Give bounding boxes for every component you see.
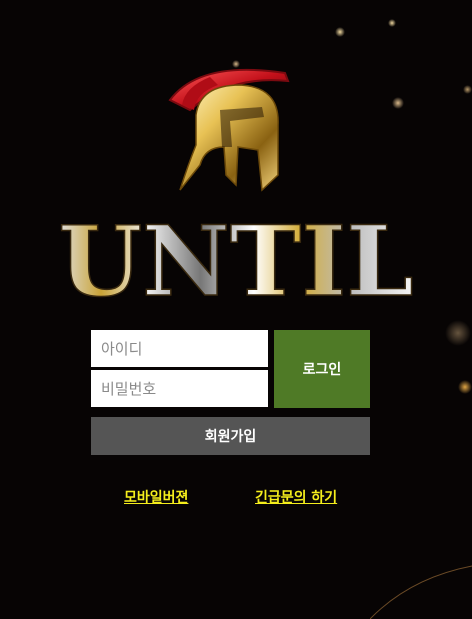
until-logo: UNTIL [58,68,414,310]
login-button[interactable]: 로그인 [274,330,370,408]
footer-links: 모바일버젼 긴급문의 하기 [0,487,472,507]
background-sparkle [335,27,345,37]
spartan-helmet-icon [168,68,290,192]
brand-name: UNTIL [58,205,413,310]
password-input[interactable] [91,370,268,407]
urgent-inquiry-link[interactable]: 긴급문의 하기 [255,487,337,507]
id-input[interactable] [91,330,268,367]
background-sparkle [388,19,396,27]
background-sparkle [445,320,471,346]
background-sparkle [458,380,472,394]
mobile-version-link[interactable]: 모바일버젼 [124,487,188,507]
background-arc [370,565,472,619]
signup-button[interactable]: 회원가입 [91,417,370,455]
